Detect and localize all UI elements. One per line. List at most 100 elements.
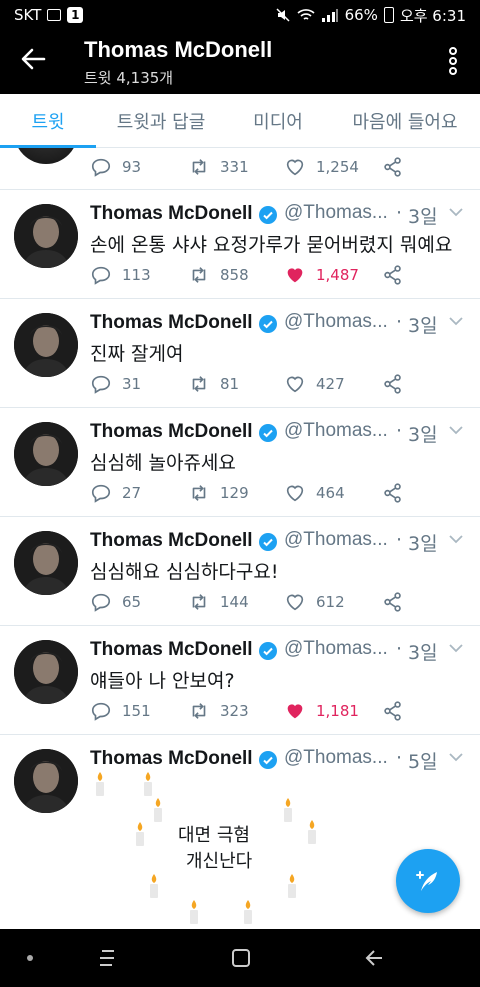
reply-button[interactable]: 65 xyxy=(90,591,141,613)
separator-dot: · xyxy=(396,420,403,442)
tab-media[interactable]: 미디어 xyxy=(226,94,330,148)
author-name[interactable]: Thomas McDonell xyxy=(90,421,253,443)
tab-tweets-and-replies[interactable]: 트윗과 답글 xyxy=(96,94,226,148)
author-handle[interactable]: @Thomas... xyxy=(284,311,388,333)
chevron-down-icon[interactable] xyxy=(448,533,464,545)
avatar[interactable] xyxy=(14,148,78,164)
avatar[interactable] xyxy=(14,640,78,704)
chevron-down-icon[interactable] xyxy=(448,315,464,327)
separator-dot: · xyxy=(396,638,403,660)
back-arrow-icon[interactable] xyxy=(18,44,48,74)
author-name[interactable]: Thomas McDonell xyxy=(90,203,253,225)
retweet-count: 144 xyxy=(220,593,249,611)
more-options-icon[interactable] xyxy=(448,46,458,76)
heart-icon xyxy=(286,485,304,502)
share-icon xyxy=(384,157,401,177)
avatar[interactable] xyxy=(14,204,78,268)
compose-tweet-button[interactable] xyxy=(396,849,460,913)
tweet-actions: 151 323 1,181 xyxy=(90,700,470,722)
author-handle[interactable]: @Thomas... xyxy=(284,420,388,442)
reply-button[interactable]: 31 xyxy=(90,373,141,395)
avatar[interactable] xyxy=(14,531,78,595)
share-button[interactable] xyxy=(382,264,404,286)
retweet-icon xyxy=(192,485,206,501)
tweet-item[interactable]: Thomas McDonell @Thomas... · 3일 얘들아 나 안보여? 15… xyxy=(0,626,480,735)
tweet-item[interactable]: Thomas McDonell @Thomas... · 3일 손에 온통 샤샤 요정가… xyxy=(0,190,480,299)
retweet-button[interactable]: 858 xyxy=(188,264,249,286)
candle-icon xyxy=(154,798,162,822)
avatar[interactable] xyxy=(14,313,78,377)
share-button[interactable] xyxy=(382,482,404,504)
back-nav-icon[interactable] xyxy=(364,947,386,969)
verified-badge-icon xyxy=(259,206,277,224)
like-button[interactable]: 1,254 xyxy=(284,156,359,178)
like-button[interactable]: 427 xyxy=(284,373,345,395)
reply-icon xyxy=(91,158,111,177)
candle-icon xyxy=(136,822,144,846)
author-name[interactable]: Thomas McDonell xyxy=(90,530,253,552)
candle-icon xyxy=(244,900,252,924)
separator-dot: · xyxy=(396,529,403,551)
share-button[interactable] xyxy=(382,156,404,178)
share-button[interactable] xyxy=(382,373,404,395)
like-button[interactable]: 464 xyxy=(284,482,345,504)
retweet-button[interactable]: 331 xyxy=(188,156,249,178)
chevron-down-icon[interactable] xyxy=(448,751,464,763)
reply-button[interactable]: 113 xyxy=(90,264,151,286)
chevron-down-icon[interactable] xyxy=(448,642,464,654)
retweet-count: 858 xyxy=(220,266,249,284)
tweet-time: 3일 xyxy=(408,315,438,337)
candle-icon xyxy=(190,900,198,924)
retweet-button[interactable]: 323 xyxy=(188,700,249,722)
system-nav-bar xyxy=(0,929,480,987)
tweet-item[interactable]: Thomas McDonell @Thomas... · 3일 심심해요 심심하다구요!… xyxy=(0,517,480,626)
tab-likes[interactable]: 마음에 들어요 xyxy=(330,94,480,148)
chevron-down-icon[interactable] xyxy=(448,424,464,436)
reply-button[interactable]: 151 xyxy=(90,700,151,722)
chevron-down-icon[interactable] xyxy=(448,206,464,218)
battery-label: 66% xyxy=(344,6,378,24)
image-caption-line2: 개신난다 xyxy=(186,851,253,872)
avatar[interactable] xyxy=(14,422,78,486)
candle-icon xyxy=(288,874,296,898)
tweet-item[interactable]: Thomas McDonell @Thomas... · 3일 심심헤 놀아쥬세요 27 1… xyxy=(0,408,480,517)
like-button[interactable]: 1,181 xyxy=(284,700,359,722)
carrier-label: SKT xyxy=(14,6,42,24)
home-icon[interactable] xyxy=(230,947,252,969)
signal-icon xyxy=(321,9,338,22)
retweet-button[interactable]: 129 xyxy=(188,482,249,504)
reply-count: 65 xyxy=(122,593,142,611)
verified-badge-icon xyxy=(259,424,277,442)
like-button[interactable]: 1,487 xyxy=(284,264,359,286)
author-name[interactable]: Thomas McDonell xyxy=(90,639,253,661)
share-button[interactable] xyxy=(382,700,404,722)
like-count: 427 xyxy=(316,375,345,393)
author-handle[interactable]: @Thomas... xyxy=(284,202,388,224)
retweet-button[interactable]: 81 xyxy=(188,373,239,395)
avatar[interactable] xyxy=(14,749,78,813)
reply-button[interactable]: 27 xyxy=(90,482,141,504)
retweet-button[interactable]: 144 xyxy=(188,591,249,613)
author-name[interactable]: Thomas McDonell xyxy=(90,312,253,334)
author-handle[interactable]: @Thomas... xyxy=(284,638,388,660)
recent-apps-icon[interactable] xyxy=(96,947,118,969)
author-name[interactable]: Thomas McDonell xyxy=(90,748,253,770)
retweet-count: 81 xyxy=(220,375,240,393)
reply-button[interactable]: 93 xyxy=(90,156,141,178)
tweet-feed[interactable]: 93 331 1,254 Thomas McDonell @Thomas... · 3… xyxy=(0,148,480,929)
like-button[interactable]: 612 xyxy=(284,591,345,613)
tab-tweets[interactable]: 트윗 xyxy=(0,94,96,148)
tweet-image[interactable]: 대면 극혐 개신난다 xyxy=(90,769,330,929)
author-handle[interactable]: @Thomas... xyxy=(284,529,388,551)
verified-badge-icon xyxy=(259,642,277,660)
like-count: 464 xyxy=(316,484,345,502)
author-handle[interactable]: @Thomas... xyxy=(284,747,388,769)
tweet-item-partial[interactable]: 93 331 1,254 xyxy=(0,148,480,190)
tweet-actions: 93 331 1,254 xyxy=(90,156,470,178)
tweet-time: 3일 xyxy=(408,642,438,664)
tweet-text: 진짜 잘게여 xyxy=(90,343,184,365)
tweet-item[interactable]: Thomas McDonell @Thomas... · 3일 진짜 잘게여 31 81 42… xyxy=(0,299,480,408)
battery-icon xyxy=(383,7,394,23)
mute-icon xyxy=(276,8,290,22)
share-button[interactable] xyxy=(382,591,404,613)
